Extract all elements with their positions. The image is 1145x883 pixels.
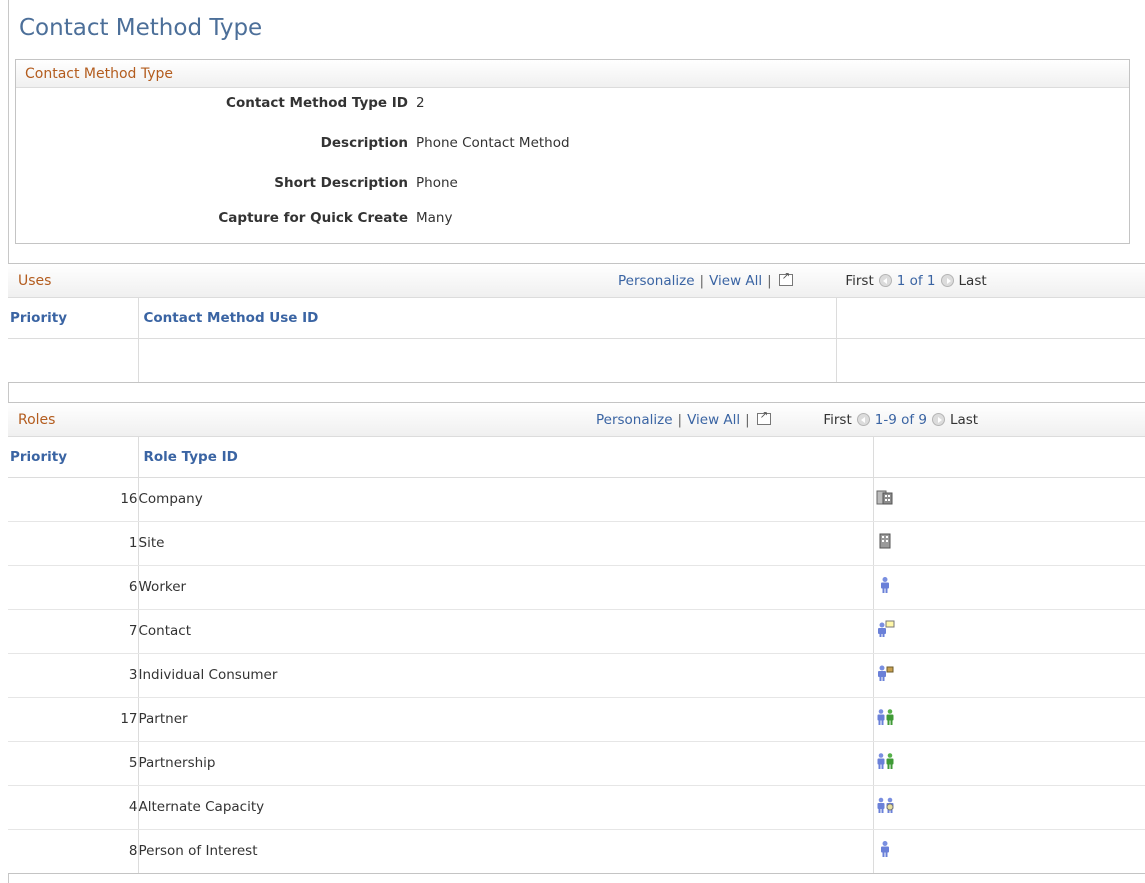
table-row: 6 Worker (8, 565, 1145, 610)
field-label: Short Description (274, 175, 408, 191)
role-type-id-cell: Partnership (138, 741, 874, 786)
field-capture-for-quick-create: Capture for Quick Create Many (16, 210, 1129, 230)
priority-cell: 3 (8, 653, 139, 698)
table-row: 5 Partnership (8, 741, 1145, 786)
uses-grid-nav: Personalize|View All| First1 of 1Last (618, 271, 987, 289)
previous-row-icon[interactable] (878, 274, 892, 287)
roles-grid: Roles Personalize|View All| First1-9 of … (8, 402, 1145, 874)
priority-cell: 5 (8, 741, 139, 786)
roles-table: Priority Role Type ID 16 Company 1 Site 6 Wor… (8, 437, 1145, 873)
roles-header-row: Priority Role Type ID (8, 437, 1145, 478)
role-icon-cell (873, 829, 1145, 873)
field-value: 2 (416, 95, 425, 111)
roles-grid-header: Roles Personalize|View All| First1-9 of … (8, 403, 1145, 437)
column-header-contact-method-use-id[interactable]: Contact Method Use ID (138, 298, 837, 339)
role-icon-cell (873, 609, 1145, 654)
contact-method-use-id-cell (138, 338, 837, 382)
table-row (8, 338, 1145, 382)
first-label[interactable]: First (823, 412, 851, 428)
zoom-grid-icon[interactable] (778, 271, 793, 286)
table-row: 16 Company (8, 477, 1145, 522)
view-all-link[interactable]: View All (687, 412, 740, 428)
personalize-link[interactable]: Personalize (596, 412, 673, 428)
last-label[interactable]: Last (950, 412, 978, 428)
partnership-icon (876, 752, 896, 774)
uses-header-row: Priority Contact Method Use ID (8, 298, 1145, 339)
table-row: 7 Contact (8, 609, 1145, 654)
role-icon-cell (873, 697, 1145, 742)
column-header-priority[interactable]: Priority (8, 437, 139, 478)
first-label[interactable]: First (845, 273, 873, 289)
priority-cell: 4 (8, 785, 139, 830)
person-of-interest-icon (876, 840, 894, 862)
contact-icon (876, 620, 896, 642)
priority-cell: 6 (8, 565, 139, 610)
uses-grid-header: Uses Personalize|View All| First1 of 1La… (8, 264, 1145, 298)
role-icon-cell (873, 785, 1145, 830)
view-all-link[interactable]: View All (709, 273, 762, 289)
field-label: Description (320, 135, 408, 151)
row-range: 1-9 of 9 (874, 412, 927, 428)
priority-cell: 1 (8, 521, 139, 566)
role-icon-cell (873, 521, 1145, 566)
role-type-id-cell: Contact (138, 609, 874, 654)
role-type-id-cell: Site (138, 521, 874, 566)
field-short-description: Short Description Phone (16, 175, 1129, 195)
personalize-link[interactable]: Personalize (618, 273, 695, 289)
field-value: Many (416, 210, 453, 226)
partner-icon (876, 708, 896, 730)
table-row: 1 Site (8, 521, 1145, 566)
role-type-id-cell: Alternate Capacity (138, 785, 874, 830)
role-type-id-cell: Person of Interest (138, 829, 874, 873)
roles-grid-nav: Personalize|View All| First1-9 of 9Last (596, 410, 978, 428)
field-label: Contact Method Type ID (226, 95, 408, 111)
alternate-capacity-icon (876, 796, 896, 818)
column-header-blank (873, 437, 1145, 478)
table-row: 17 Partner (8, 697, 1145, 742)
uses-table: Priority Contact Method Use ID (8, 298, 1145, 382)
role-icon-cell (873, 653, 1145, 698)
uses-grid-title: Uses (18, 273, 52, 289)
next-row-icon[interactable] (931, 413, 945, 426)
column-header-role-type-id[interactable]: Role Type ID (138, 437, 874, 478)
table-row: 4 Alternate Capacity (8, 785, 1145, 830)
role-icon-cell (873, 741, 1145, 786)
priority-cell: 17 (8, 697, 139, 742)
page-title: Contact Method Type (19, 15, 263, 41)
priority-cell: 16 (8, 477, 139, 522)
roles-grid-title: Roles (18, 412, 56, 428)
contact-method-type-box-header: Contact Method Type (16, 60, 1129, 88)
column-header-blank (836, 298, 1145, 339)
table-row: 8 Person of Interest (8, 829, 1145, 873)
zoom-grid-icon[interactable] (756, 410, 771, 425)
last-label[interactable]: Last (959, 273, 987, 289)
field-description: Description Phone Contact Method (16, 135, 1129, 155)
column-header-priority[interactable]: Priority (8, 298, 139, 339)
company-icon (876, 488, 894, 510)
row-range: 1 of 1 (896, 273, 936, 289)
site-icon (876, 532, 894, 554)
priority-cell (8, 338, 139, 382)
role-icon-cell (873, 477, 1145, 522)
field-contact-method-type-id: Contact Method Type ID 2 (16, 95, 1129, 115)
previous-row-icon[interactable] (856, 413, 870, 426)
uses-grid: Uses Personalize|View All| First1 of 1La… (8, 263, 1145, 383)
field-value: Phone (416, 175, 458, 191)
role-type-id-cell: Partner (138, 697, 874, 742)
next-row-icon[interactable] (940, 274, 954, 287)
contact-method-type-box: Contact Method Type Contact Method Type … (15, 59, 1130, 244)
role-type-id-cell: Worker (138, 565, 874, 610)
priority-cell: 7 (8, 609, 139, 654)
field-value: Phone Contact Method (416, 135, 570, 151)
worker-icon (876, 576, 894, 598)
role-icon-cell (873, 565, 1145, 610)
field-label: Capture for Quick Create (218, 210, 408, 226)
individual-consumer-icon (876, 664, 896, 686)
role-type-id-cell: Company (138, 477, 874, 522)
priority-cell: 8 (8, 829, 139, 873)
blank-cell (836, 338, 1145, 382)
table-row: 3 Individual Consumer (8, 653, 1145, 698)
contact-method-type-box-title: Contact Method Type (25, 66, 174, 82)
role-type-id-cell: Individual Consumer (138, 653, 874, 698)
